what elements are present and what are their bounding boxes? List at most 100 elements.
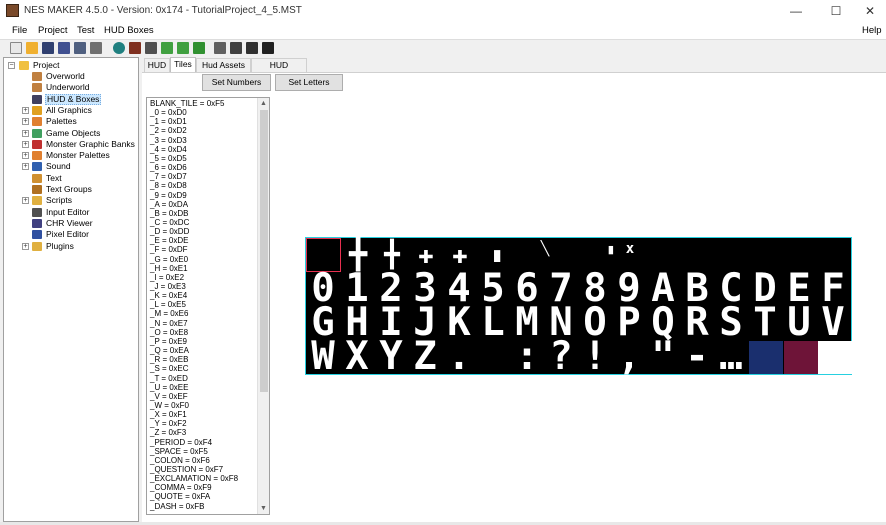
map-icon	[32, 83, 42, 93]
tile-constants-list[interactable]: BLANK_TILE = 0xF5 _0 = 0xD0 _1 = 0xD1 _2 = …	[146, 97, 270, 515]
hud-icon	[32, 94, 42, 104]
expand-icon[interactable]: +	[22, 106, 29, 114]
tree-item-label: HUD & Boxes	[45, 93, 102, 105]
menu-bar: File Project Test HUD Boxes Help	[0, 22, 886, 39]
tile-glyph[interactable]: ,	[612, 337, 646, 376]
tile-glyph[interactable]: W	[306, 337, 340, 376]
menu-project[interactable]: Project	[38, 25, 68, 36]
color-swatch-maroon[interactable]	[784, 341, 818, 374]
pencil-icon	[32, 230, 42, 240]
export-icon[interactable]	[74, 42, 86, 54]
map-icon	[32, 72, 42, 81]
tile-glyph[interactable]: V	[816, 303, 850, 342]
tree-item-label: CHR Viewer	[46, 217, 93, 228]
minimize-button[interactable]: —	[778, 0, 814, 22]
text-group-icon	[32, 185, 42, 194]
chr-icon	[32, 218, 42, 228]
menu-help[interactable]: Help	[862, 25, 882, 36]
chip-icon[interactable]	[214, 42, 226, 54]
tile-glyph[interactable]: -	[680, 337, 714, 376]
expand-icon[interactable]: +	[22, 118, 29, 126]
tree-item-label: Pixel Editor	[46, 229, 89, 240]
hud-tileset-canvas[interactable]: ╋ ╋ ✚ ✚ ▗ ╲ ▘ x 0123456789ABCDEF GHIJKLM…	[305, 237, 852, 376]
input-icon	[32, 207, 42, 217]
tile-glyph[interactable]: :	[510, 337, 544, 376]
tree-item-label: Game Objects	[46, 127, 101, 138]
color-swatch-blue[interactable]	[749, 341, 783, 374]
maximize-button[interactable]: ☐	[818, 0, 854, 22]
tile-glyph[interactable]: ?	[544, 337, 578, 376]
debug-icon[interactable]	[193, 42, 205, 54]
cartridge-icon[interactable]	[246, 42, 258, 54]
toolbar	[0, 39, 886, 56]
play-icon[interactable]	[161, 42, 173, 54]
tree-item-label: Palettes	[46, 116, 77, 127]
run-icon[interactable]	[177, 42, 189, 54]
expand-icon[interactable]: +	[22, 152, 29, 160]
tile-glyph[interactable]: "	[646, 337, 680, 376]
globe-icon[interactable]	[113, 42, 125, 54]
collapse-icon[interactable]: −	[8, 62, 15, 69]
tile-glyph[interactable]	[476, 340, 510, 374]
expand-icon[interactable]: +	[22, 197, 29, 205]
tab-tiles[interactable]: Tiles	[170, 57, 196, 72]
scroll-down-arrow-icon[interactable]: ▼	[258, 503, 269, 514]
folder-icon	[32, 241, 42, 251]
new-project-icon[interactable]	[10, 42, 22, 54]
build-icon[interactable]	[129, 42, 141, 54]
palette-icon	[32, 117, 42, 127]
tree-item-label: Monster Graphic Banks	[46, 138, 135, 149]
expand-icon[interactable]: +	[22, 129, 29, 137]
tab-hud-assets[interactable]: Hud Assets	[196, 58, 251, 72]
tile-glyph[interactable]: L	[476, 303, 510, 342]
tree-item-label: Text	[46, 172, 62, 183]
console-icon[interactable]	[262, 42, 274, 54]
window-title: NES MAKER 4.5.0 - Version: 0x174 - Tutor…	[24, 5, 302, 16]
color-swatch-white[interactable]	[818, 341, 852, 374]
expand-icon[interactable]: +	[22, 163, 29, 171]
title-bar: NES MAKER 4.5.0 - Version: 0x174 - Tutor…	[0, 0, 886, 22]
save-all-icon[interactable]	[58, 42, 70, 54]
open-folder-icon[interactable]	[26, 42, 38, 54]
tile-glyph[interactable]: T	[748, 303, 782, 342]
tile-glyph[interactable]: Z	[408, 337, 442, 376]
tile-glyph[interactable]: …	[714, 337, 748, 376]
monitor-icon[interactable]	[230, 42, 242, 54]
game-object-icon	[32, 128, 42, 138]
tab-hud-elements[interactable]: HUD Elements	[251, 58, 307, 83]
tile-glyph[interactable]: Y	[374, 337, 408, 376]
gear-icon[interactable]	[145, 42, 157, 54]
script-icon	[32, 196, 42, 206]
menu-file[interactable]: File	[12, 25, 27, 36]
tree-item-label: Text Groups	[46, 184, 92, 194]
tab-hud[interactable]: HUD	[144, 58, 170, 72]
text-icon	[32, 173, 42, 183]
set-numbers-button[interactable]: Set Numbers	[202, 74, 271, 91]
menu-test[interactable]: Test	[77, 25, 94, 36]
tile-glyph[interactable]: U	[782, 303, 816, 342]
scroll-up-arrow-icon[interactable]: ▲	[258, 98, 269, 109]
set-letters-button[interactable]: Set Letters	[275, 74, 343, 91]
print-icon[interactable]	[90, 42, 102, 54]
palette-icon	[32, 151, 42, 161]
save-icon[interactable]	[42, 42, 54, 54]
scroll-thumb[interactable]	[260, 110, 268, 392]
tile-glyph[interactable]: .	[442, 337, 476, 376]
close-button[interactable]: ✕	[852, 0, 886, 22]
list-item[interactable]: _DASH = 0xFB	[150, 501, 204, 512]
tile-glyph[interactable]: X	[340, 337, 374, 376]
expand-icon[interactable]: +	[22, 242, 29, 250]
tree-item-label: Plugins	[46, 240, 74, 251]
sound-icon	[32, 162, 42, 172]
tree-item-label: All Graphics	[46, 104, 92, 115]
tree-item-label: Input Editor	[46, 206, 90, 217]
tile-glyph[interactable]: !	[578, 337, 612, 376]
tileset-row-4: W X Y Z.:?!, " -…	[306, 337, 852, 376]
tree-item-label: Overworld	[46, 71, 85, 81]
project-tree: − Project Overworld Underworld HUD & Boxes…	[3, 57, 139, 522]
expand-icon[interactable]: +	[22, 140, 29, 148]
folder-open-icon	[19, 61, 29, 70]
list-scrollbar[interactable]: ▲ ▼	[257, 98, 269, 514]
tree-item-label: Underworld	[46, 82, 90, 93]
menu-hud-boxes[interactable]: HUD Boxes	[104, 25, 154, 36]
